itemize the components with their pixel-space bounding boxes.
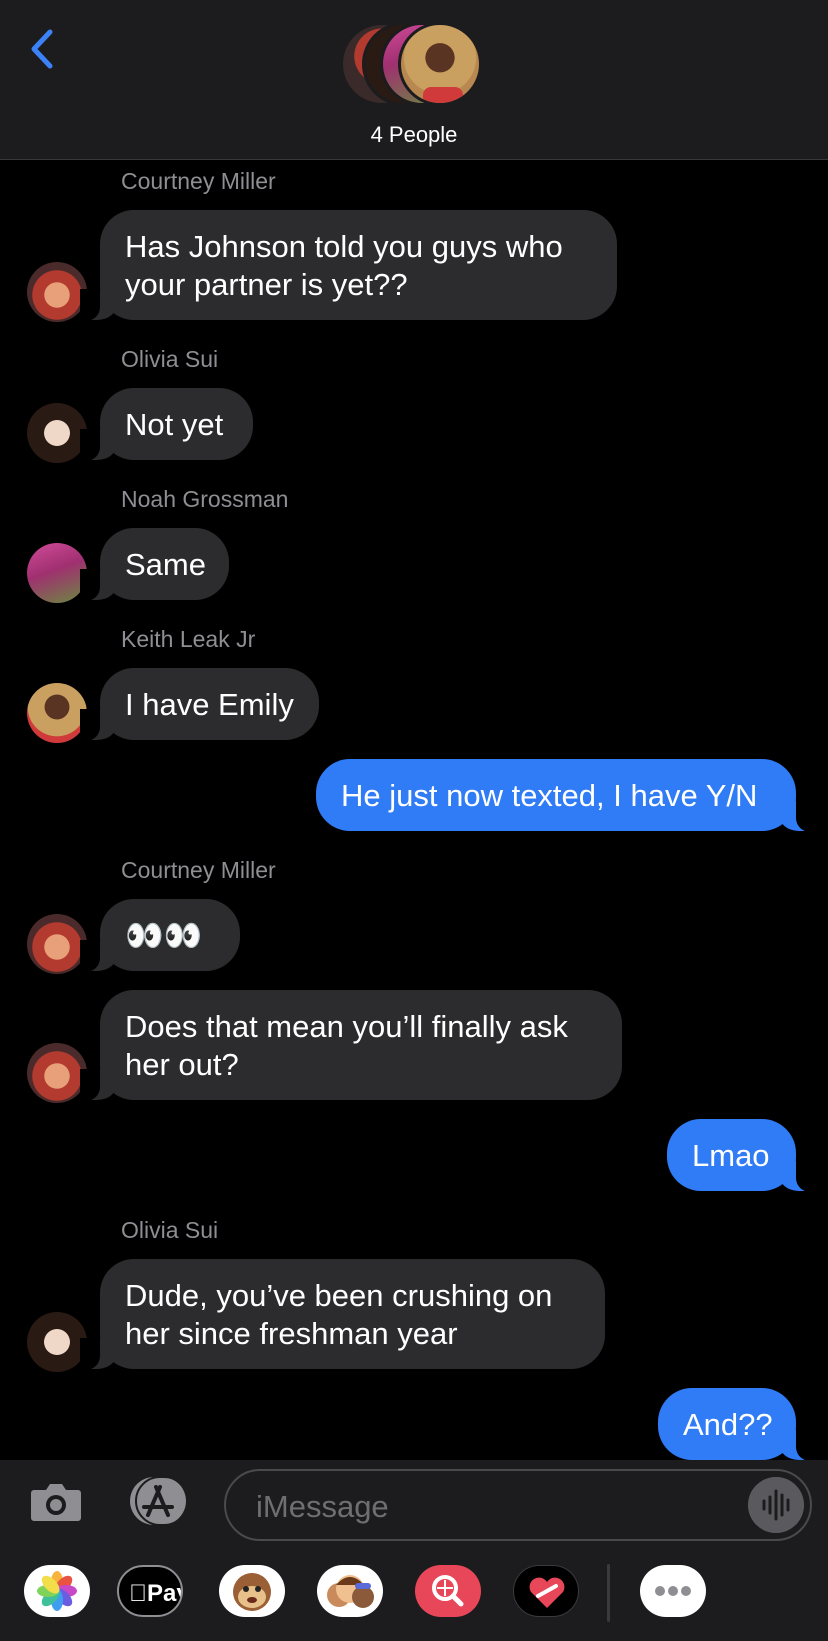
message-text: Dude, you’ve been crushing on her since …	[125, 1278, 553, 1351]
courtney-avatar[interactable]	[27, 1043, 87, 1103]
message-text: 👀👀	[125, 918, 203, 953]
courtney-avatar[interactable]	[27, 262, 87, 322]
group-avatars[interactable]	[340, 22, 490, 108]
sender-name: Courtney Miller	[121, 168, 276, 194]
message-bubble[interactable]: I have Emily	[80, 668, 319, 741]
message-bubble[interactable]: Dude, you’ve been crushing on her since …	[80, 1259, 605, 1370]
more-icon[interactable]	[640, 1565, 706, 1617]
sender-name: Courtney Miller	[121, 857, 276, 883]
message-text: Same	[125, 547, 206, 582]
olivia-avatar[interactable]	[27, 1312, 87, 1372]
message-bubble-sent[interactable]: And??	[658, 1388, 816, 1460]
message-bubble[interactable]: Not yet	[80, 388, 253, 461]
message-bubble[interactable]: 👀👀	[80, 899, 240, 972]
message-text: Has Johnson told you guys who your partn…	[125, 229, 563, 302]
conversation-header: 4 People	[0, 0, 828, 160]
sender-name: Olivia Sui	[121, 1217, 219, 1243]
message-bubble[interactable]: Has Johnson told you guys who your partn…	[80, 210, 617, 321]
message-text: He just now texted, I have Y/N	[341, 778, 758, 813]
message-text: Lmao	[692, 1138, 770, 1173]
animoji-icon[interactable]	[219, 1565, 285, 1617]
drawer-divider	[607, 1564, 610, 1622]
compose-bar: iMessage	[0, 1460, 828, 1548]
memoji-icon[interactable]	[317, 1565, 383, 1617]
keith-avatar[interactable]	[27, 683, 87, 743]
message-text: Does that mean you’ll finally ask her ou…	[125, 1009, 568, 1082]
chevron-left-icon[interactable]	[22, 26, 62, 72]
sender-name: Olivia Sui	[121, 346, 219, 372]
camera-icon[interactable]	[30, 1478, 82, 1524]
digital-touch-icon[interactable]	[513, 1565, 579, 1617]
audio-waveform-icon[interactable]	[748, 1477, 804, 1533]
app-drawer: Pay	[0, 1548, 828, 1641]
message-text: Not yet	[125, 407, 224, 442]
keith-avatar	[398, 22, 482, 106]
message-list[interactable]: Courtney Miller Has Johnson told you guy…	[0, 160, 828, 1460]
message-text: I have Emily	[125, 687, 294, 722]
app-store-icon[interactable]	[126, 1475, 190, 1527]
conversation-title[interactable]: 4 People	[0, 122, 828, 148]
message-input-placeholder: iMessage	[256, 1489, 389, 1524]
sender-name: Noah Grossman	[121, 486, 289, 512]
message-text: And??	[683, 1407, 773, 1442]
apple-pay-label: Pay	[129, 1580, 181, 1607]
apple-pay-icon[interactable]: Pay	[117, 1565, 183, 1617]
sender-name: Keith Leak Jr	[121, 626, 256, 652]
courtney-avatar[interactable]	[27, 914, 87, 974]
message-bubble[interactable]: Does that mean you’ll finally ask her ou…	[80, 990, 622, 1101]
message-input[interactable]: iMessage	[224, 1469, 812, 1541]
message-bubble[interactable]: Same	[80, 528, 229, 601]
olivia-avatar[interactable]	[27, 403, 87, 463]
photos-icon[interactable]	[24, 1565, 90, 1617]
noah-avatar[interactable]	[27, 543, 87, 603]
message-bubble-sent[interactable]: Lmao	[667, 1119, 816, 1192]
message-bubble-sent[interactable]: He just now texted, I have Y/N	[316, 759, 816, 832]
image-search-icon[interactable]	[415, 1565, 481, 1617]
